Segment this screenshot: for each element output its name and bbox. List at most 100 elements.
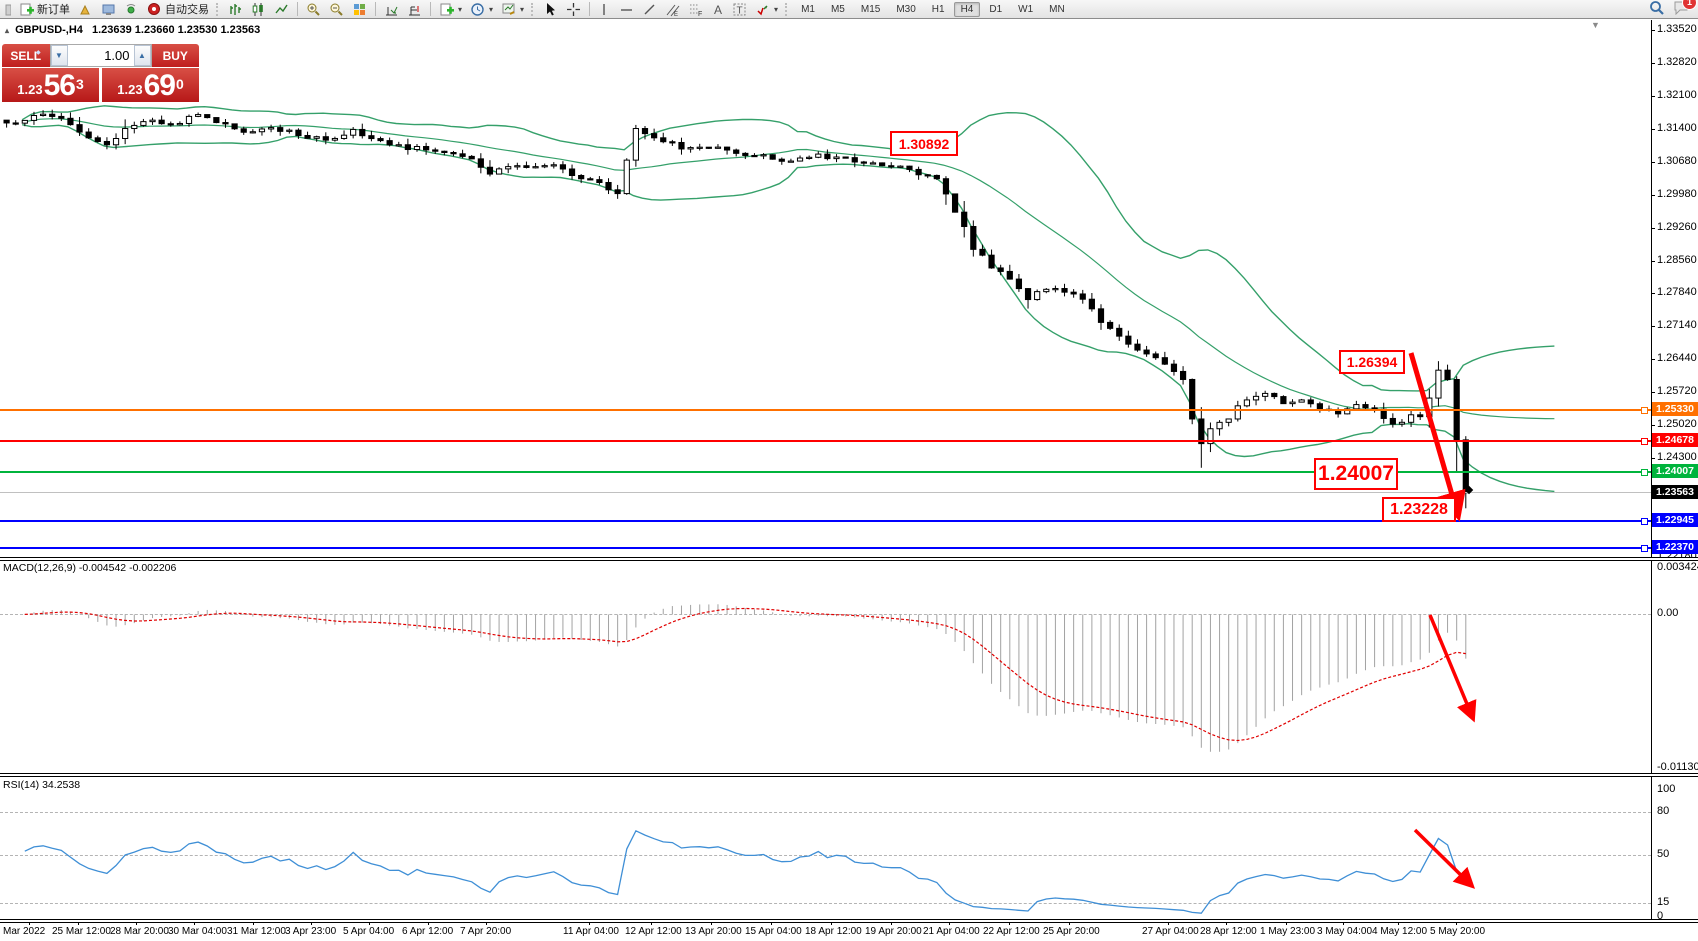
level-line-1.24007[interactable]	[0, 471, 1651, 473]
timeframe-button-d1[interactable]: D1	[982, 2, 1009, 17]
level-line-marker[interactable]	[1641, 438, 1648, 445]
svg-text:F: F	[698, 11, 702, 17]
time-axis-label: 5 Apr 04:00	[343, 926, 394, 937]
new-order-icon	[19, 2, 34, 17]
trend-arrow-2	[1430, 615, 1472, 716]
rsi-level-line	[0, 855, 1651, 856]
time-axis-label: 30 Mar 04:00	[168, 926, 227, 937]
level-line-marker[interactable]	[1641, 545, 1648, 552]
time-axis-label: 15 Apr 04:00	[745, 926, 802, 937]
level-line-marker[interactable]	[1641, 518, 1648, 525]
price-tick-label: 1.33520	[1657, 23, 1697, 35]
level-line-1.25330[interactable]	[0, 409, 1651, 411]
search-icon[interactable]	[1649, 0, 1665, 19]
macd-axis-label: -0.011307	[1657, 761, 1698, 773]
main-toolbar: 新订单 自动交易 ▾ ▾ ▾ E F A T ▾	[0, 0, 1698, 19]
period-clock-button[interactable]: ▾	[467, 1, 496, 18]
channel-tool-icon[interactable]: E	[662, 1, 683, 18]
rsi-panel-separator[interactable]	[0, 773, 1698, 777]
level-line-1.23563[interactable]	[0, 492, 1651, 493]
tile-windows-icon[interactable]	[349, 1, 370, 18]
charts-profile-icon[interactable]	[75, 1, 96, 18]
timeframe-button-w1[interactable]: W1	[1011, 2, 1040, 17]
vertical-line-tool-icon[interactable]	[595, 1, 614, 18]
level-line-marker[interactable]	[1641, 407, 1648, 414]
rsi-level-line	[0, 812, 1651, 813]
price-tick-label: 1.29260	[1657, 221, 1697, 233]
volume-input[interactable]	[68, 45, 134, 66]
macd-zero-line	[0, 614, 1651, 615]
time-axis-label: 4 May 12:00	[1372, 926, 1427, 937]
volume-decrease-button[interactable]: ▼	[51, 45, 68, 66]
rsi-axis-label: 100	[1657, 783, 1675, 795]
rsi-axis-label: 50	[1657, 848, 1669, 860]
notifications-button[interactable]: 1	[1673, 0, 1690, 18]
price-tick-label: 1.24300	[1657, 451, 1697, 463]
market-watch-icon[interactable]	[98, 1, 119, 18]
horizontal-line-tool-icon[interactable]	[616, 1, 637, 18]
one-click-trading-panel: SELL ▼ ▲ BUY ◆ 1.23 56 3 1.23 69 0	[2, 44, 199, 102]
timeframe-button-m1[interactable]: M1	[794, 2, 822, 17]
price-callout-1.23228[interactable]: 1.23228	[1382, 497, 1456, 522]
macd-axis-label: 0.00	[1657, 607, 1678, 619]
timeframe-button-m5[interactable]: M5	[824, 2, 852, 17]
ohlc-values: 1.23639 1.23660 1.23530 1.23563	[92, 24, 260, 36]
text-tool-icon[interactable]: A	[708, 1, 727, 18]
fibonacci-tool-icon[interactable]: F	[685, 1, 706, 18]
chart-shift-marker-icon[interactable]: ▼	[1591, 20, 1600, 30]
level-line-1.24678[interactable]	[0, 440, 1651, 442]
sell-button[interactable]: SELL	[2, 44, 50, 67]
level-line-1.22370[interactable]	[0, 547, 1651, 549]
time-axis-label: 13 Apr 20:00	[685, 926, 742, 937]
macd-panel-separator[interactable]	[0, 557, 1698, 561]
timeframe-button-h1[interactable]: H1	[925, 2, 952, 17]
time-axis-label: 19 Apr 20:00	[865, 926, 922, 937]
grid-toggle-icon[interactable]	[404, 1, 425, 18]
trendline-tool-icon[interactable]	[639, 1, 660, 18]
timeframe-button-h4[interactable]: H4	[954, 2, 981, 17]
autotrading-icon	[147, 2, 162, 17]
bid-price-tile[interactable]: ◆ 1.23 56 3	[2, 68, 99, 102]
timeframe-button-m30[interactable]: M30	[889, 2, 922, 17]
time-axis-label: 28 Apr 12:00	[1200, 926, 1257, 937]
zoom-out-icon[interactable]	[326, 1, 347, 18]
timeframe-button-m15[interactable]: M15	[854, 2, 887, 17]
collapse-triangle-icon[interactable]: ▴	[5, 26, 9, 35]
buy-button[interactable]: BUY	[152, 44, 200, 67]
zoom-in-icon[interactable]	[303, 1, 324, 18]
template-button[interactable]: ▾	[498, 1, 527, 18]
price-callout-1.26394[interactable]: 1.26394	[1339, 350, 1405, 374]
level-line-marker[interactable]	[1641, 469, 1648, 476]
time-axis-label: 7 Apr 20:00	[460, 926, 511, 937]
bid-price-digits: 56	[44, 72, 75, 100]
auto-arrange-icon[interactable]	[381, 1, 402, 18]
price-tick-label: 1.28560	[1657, 254, 1697, 266]
trend-arrow-3	[1415, 830, 1470, 884]
signals-icon[interactable]	[121, 1, 142, 18]
line-chart-mode-icon[interactable]	[271, 1, 292, 18]
timeframe-button-mn[interactable]: MN	[1042, 2, 1072, 17]
cursor-tool-icon[interactable]	[540, 1, 561, 18]
arrows-tool-icon[interactable]: ▾	[752, 1, 781, 18]
new-order-button[interactable]: 新订单	[16, 1, 73, 18]
time-axis-label: 22 Apr 12:00	[983, 926, 1040, 937]
new-chart-button[interactable]: ▾	[436, 1, 465, 18]
candlestick-mode-icon[interactable]	[248, 1, 269, 18]
ask-price-point: 0	[176, 69, 184, 99]
price-callout-1.24007[interactable]: 1.24007	[1314, 458, 1398, 490]
svg-text:E: E	[674, 12, 678, 17]
time-axis-label: 25 Apr 20:00	[1043, 926, 1100, 937]
bar-chart-mode-icon[interactable]	[225, 1, 246, 18]
rsi-axis-label: 80	[1657, 805, 1669, 817]
time-axis-label: 21 Apr 04:00	[923, 926, 980, 937]
price-tick-label: 1.27840	[1657, 286, 1697, 298]
autotrading-button[interactable]: 自动交易	[144, 1, 212, 18]
ask-price-tile[interactable]: 1.23 69 0	[102, 68, 199, 102]
price-callout-1.30892[interactable]: 1.30892	[890, 131, 958, 156]
time-axis-separator	[0, 919, 1698, 923]
macd-indicator-label: MACD(12,26,9) -0.004542 -0.002206	[3, 562, 176, 574]
volume-increase-button[interactable]: ▲	[134, 45, 151, 66]
crosshair-tool-icon[interactable]	[563, 1, 584, 18]
price-tick-label: 1.32820	[1657, 56, 1697, 68]
text-label-tool-icon[interactable]: T	[729, 1, 750, 18]
